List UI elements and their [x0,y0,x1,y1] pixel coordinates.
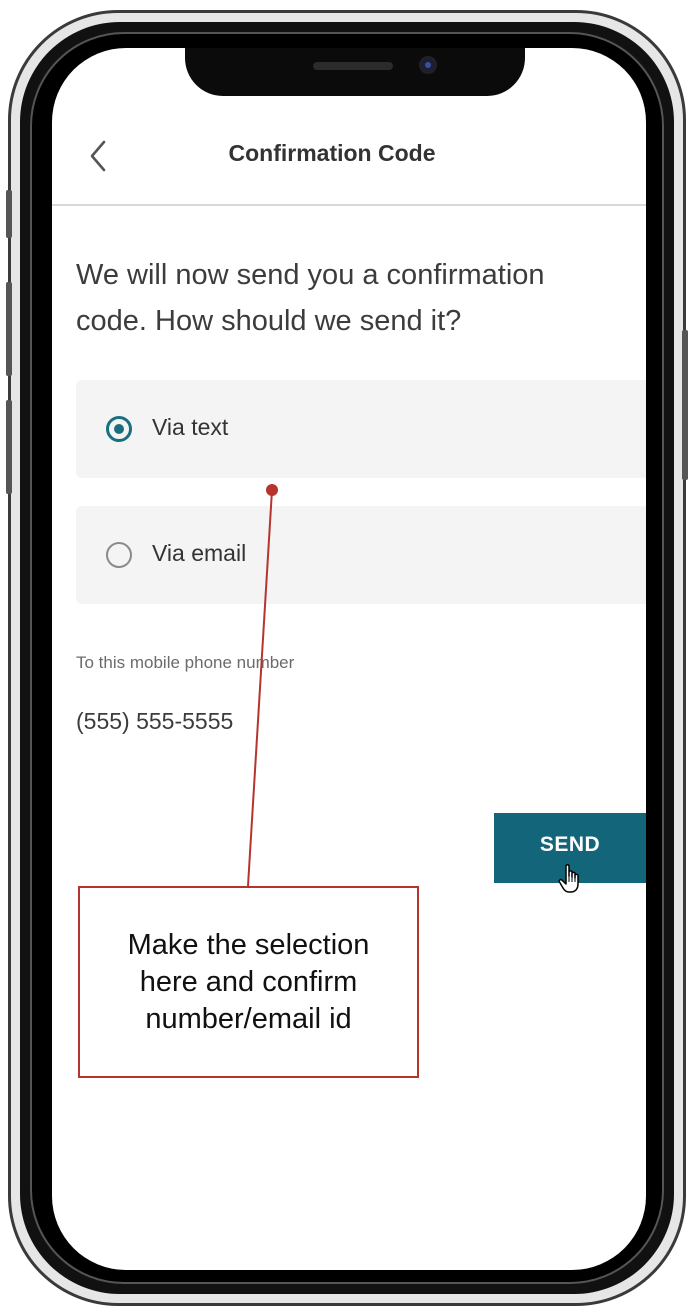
instruction-text: We will now send you a confirmation code… [76,259,545,337]
destination-label: To this mobile phone number [76,653,295,672]
app-header: Confirmation Code [52,48,646,206]
annotation-text: Make the selection here and confirm numb… [127,928,370,1035]
power-button [682,330,688,480]
stage: Confirmation Code We will now send you a… [0,0,694,1309]
volume-up-button [6,282,12,376]
phone-screen: Confirmation Code We will now send you a… [52,48,646,1270]
option-label: Via email [152,540,247,566]
hand-cursor-icon [558,864,579,893]
option-via-email[interactable]: Via email [76,506,646,604]
destination-value: (555) 555-5555 [76,708,234,734]
option-via-text[interactable]: Via text [76,380,646,478]
option-label: Via text [152,414,229,440]
radio-selected-icon[interactable] [106,416,132,442]
volume-down-button [6,400,12,494]
silent-switch [6,190,12,238]
page-title: Confirmation Code [228,140,436,166]
annotation-callout: Make the selection here and confirm numb… [78,886,419,1078]
radio-unselected-icon[interactable] [106,542,132,568]
